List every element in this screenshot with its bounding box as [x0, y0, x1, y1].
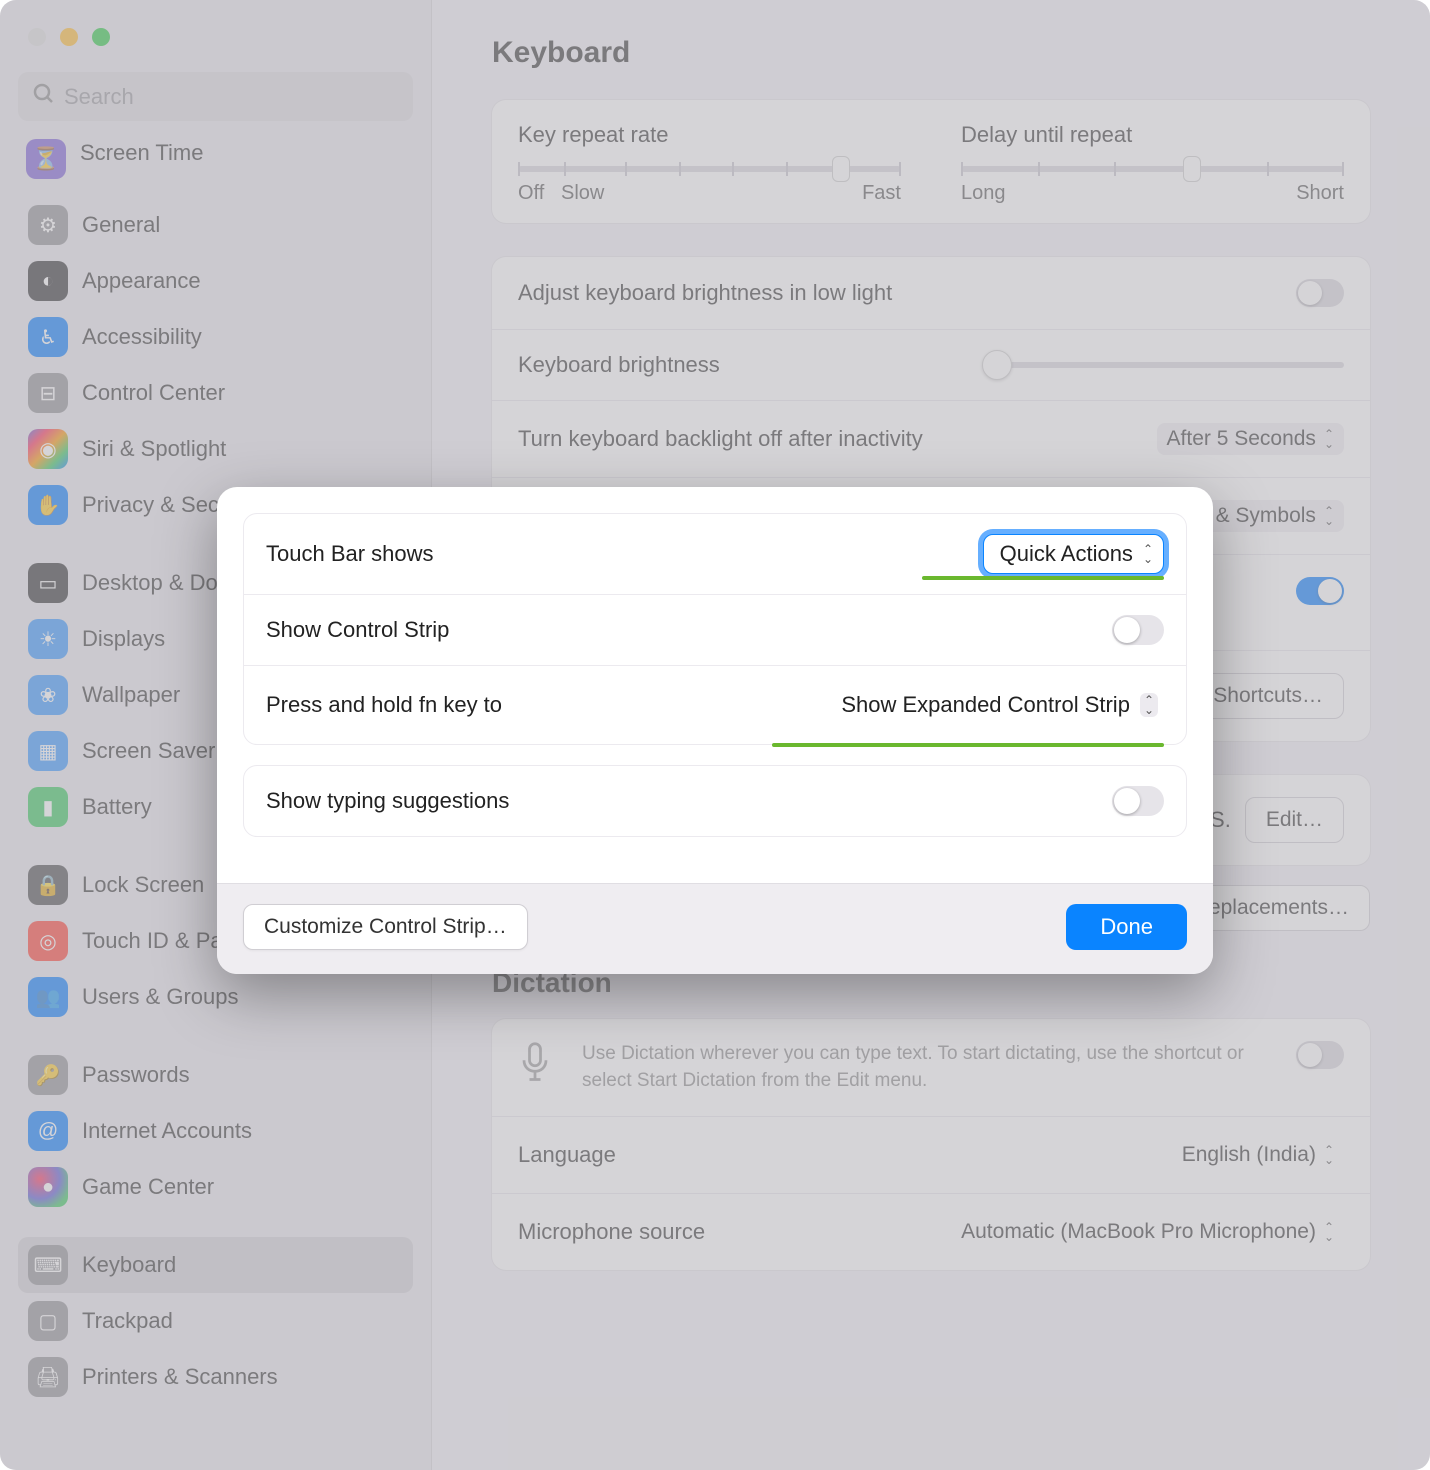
toggle-control-strip[interactable] [1112, 615, 1164, 645]
annotation-underline [772, 743, 1164, 747]
chevron-updown-icon: ⌃⌄ [1140, 693, 1158, 717]
fn-hold-select[interactable]: Show Expanded Control Strip ⌃⌄ [825, 686, 1164, 724]
row-touch-bar-shows: Touch Bar shows Quick Actions ⌃⌄ [244, 514, 1186, 594]
touch-bar-sheet: Touch Bar shows Quick Actions ⌃⌄ Show Co… [217, 487, 1213, 974]
touch-bar-shows-select[interactable]: Quick Actions ⌃⌄ [983, 534, 1164, 574]
row-label: Press and hold fn key to [266, 692, 502, 718]
row-typing-suggestions: Show typing suggestions [244, 766, 1186, 836]
done-button[interactable]: Done [1066, 904, 1187, 950]
annotation-underline [922, 576, 1164, 580]
row-fn-hold: Press and hold fn key to Show Expanded C… [244, 665, 1186, 744]
toggle-typing-suggestions[interactable] [1112, 786, 1164, 816]
row-label: Show Control Strip [266, 617, 449, 643]
row-label: Show typing suggestions [266, 788, 509, 814]
row-label: Touch Bar shows [266, 541, 434, 567]
row-show-control-strip: Show Control Strip [244, 594, 1186, 665]
customize-control-strip-button[interactable]: Customize Control Strip… [243, 904, 528, 950]
chevron-updown-icon: ⌃⌄ [1143, 544, 1153, 564]
